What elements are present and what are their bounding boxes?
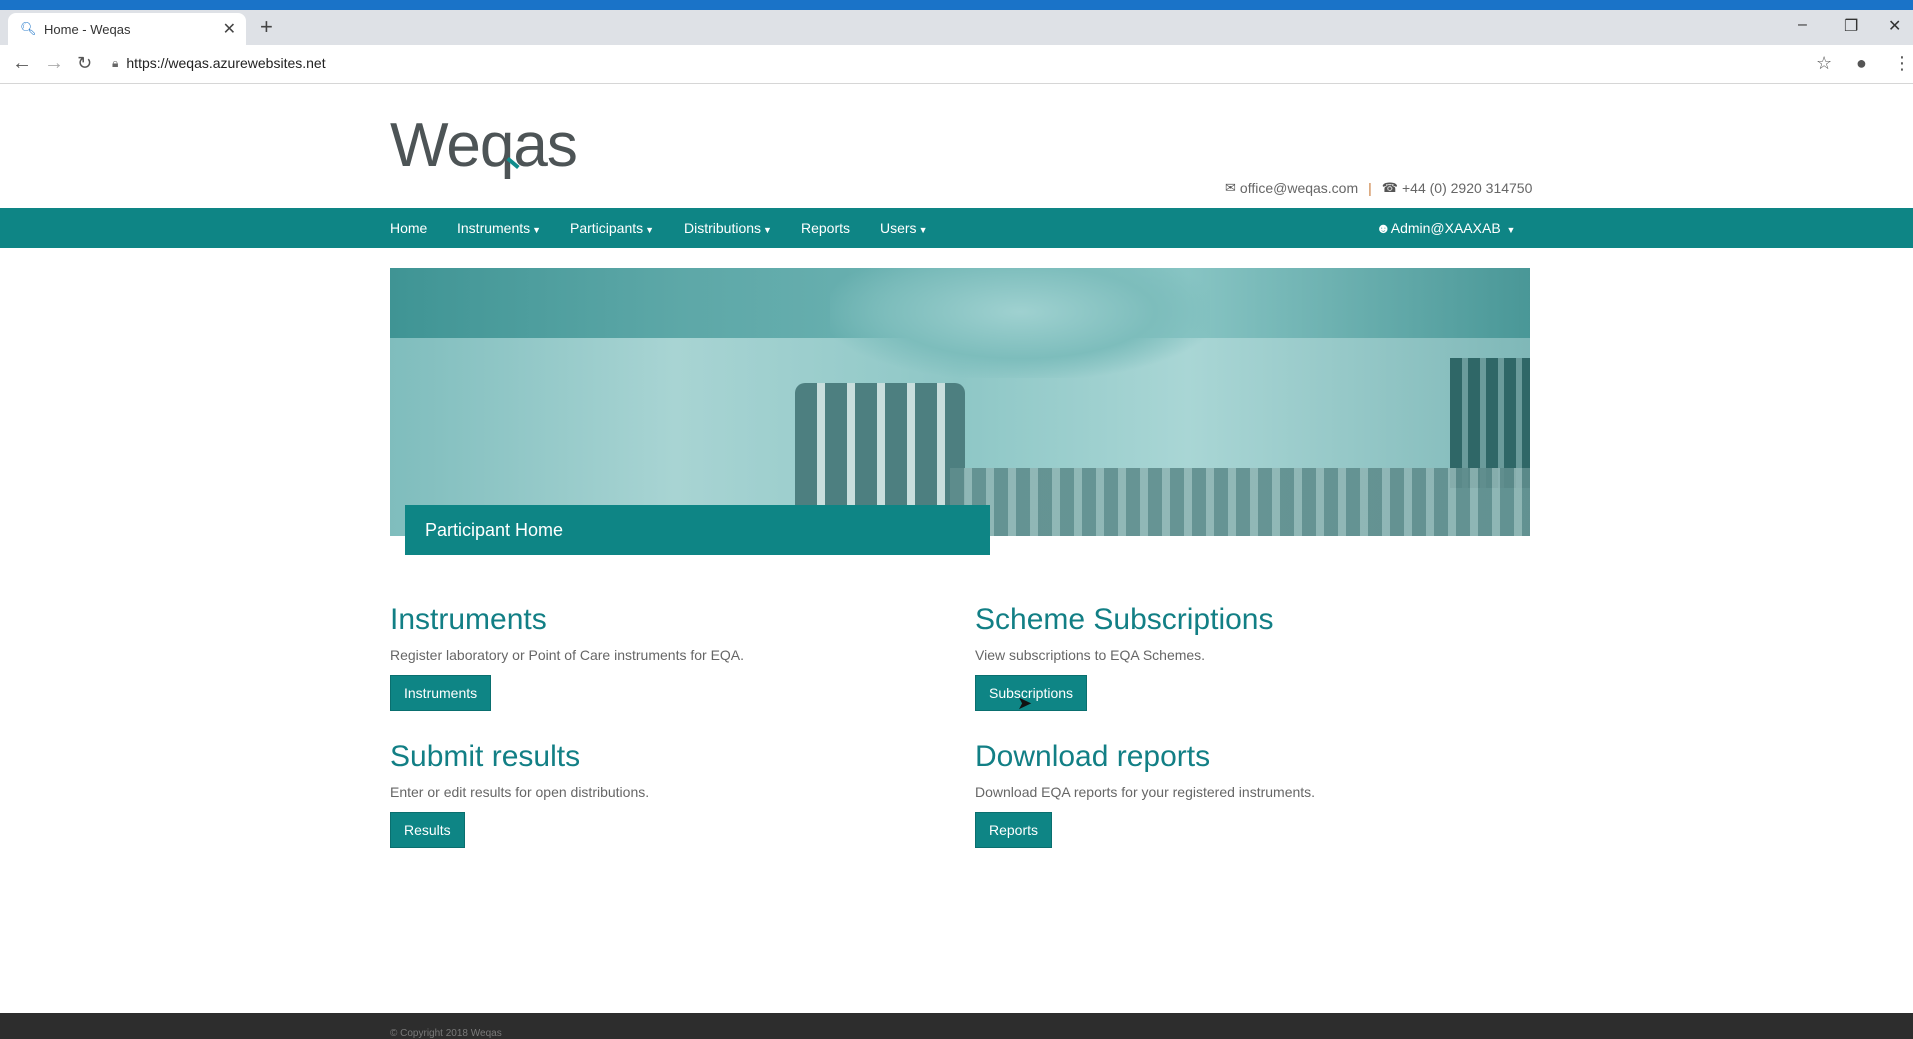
main-navbar: Home Instruments ▼ Participants ▼ Distribu…	[0, 208, 1913, 248]
nav-user-menu[interactable]: ☻Admin@XAAXAB ▼	[1376, 208, 1515, 248]
nav-label: Distributions	[684, 220, 762, 236]
bookmark-star-icon[interactable]: ☆	[1816, 53, 1832, 74]
nav-users[interactable]: Users ▼	[880, 208, 927, 248]
forward-arrow-icon[interactable]: →	[44, 52, 64, 75]
browser-top-strip	[0, 0, 1913, 10]
section-description: Register laboratory or Point of Care ins…	[390, 647, 745, 663]
instruments-button[interactable]: Instruments	[390, 675, 492, 711]
window-close-button[interactable]: ✕	[1888, 16, 1901, 36]
logo-part: q	[479, 111, 514, 180]
section-title: Scheme Subscriptions	[975, 603, 1274, 636]
logo-part: as	[513, 111, 577, 180]
back-arrow-icon[interactable]: ←	[12, 52, 32, 75]
caret-down-icon: ▼	[763, 225, 772, 235]
caret-down-icon: ▼	[645, 225, 655, 235]
nav-participants[interactable]: Participants ▼	[570, 208, 654, 248]
reports-button[interactable]: Reports	[975, 812, 1053, 848]
search-favicon-icon: 🔍︎	[20, 21, 37, 36]
hero-image	[390, 268, 1530, 536]
footer: © Copyright 2018 Weqas	[0, 1013, 1913, 1039]
restore-button[interactable]: ❐	[1844, 16, 1858, 36]
separator: |	[1368, 180, 1372, 196]
account-icon[interactable]: ●	[1856, 53, 1867, 74]
nav-distributions[interactable]: Distributions ▼	[684, 208, 772, 248]
hero-tray	[950, 468, 1530, 536]
section-title: Submit results	[390, 740, 581, 773]
user-icon: ☻	[1376, 220, 1391, 236]
nav-label: Participants	[570, 220, 644, 236]
nav-reports[interactable]: Reports	[801, 208, 850, 248]
section-description: View subscriptions to EQA Schemes.	[975, 647, 1206, 663]
tab-bar: 🔍︎ Home - Weqas ✕ + – ❐ ✕	[0, 10, 1913, 45]
nav-label: Users	[880, 220, 917, 236]
nav-home[interactable]: Home	[390, 208, 427, 248]
copyright-text: © Copyright 2018 Weqas	[390, 1028, 502, 1039]
section-description: Enter or edit results for open distribut…	[390, 784, 650, 800]
results-section: Submit results Enter or edit results for…	[390, 740, 950, 848]
minimize-button[interactable]: –	[1798, 16, 1807, 34]
caret-down-icon: ▼	[532, 225, 542, 235]
mouse-cursor-icon: ➤	[1017, 693, 1033, 713]
section-description: Download EQA reports for your registered…	[975, 784, 1316, 800]
section-title: Download reports	[975, 740, 1211, 773]
user-name: Admin@XAAXAB	[1390, 220, 1501, 236]
instruments-section: Instruments Register laboratory or Point…	[390, 603, 950, 711]
new-tab-button[interactable]: +	[260, 14, 273, 40]
nav-label: Reports	[801, 220, 851, 236]
tab-title: Home - Weqas	[44, 21, 131, 37]
hero-caption: Participant Home	[405, 505, 990, 555]
contact-info: ✉ office@weqas.com | ☎ +44 (0) 2920 3147…	[1225, 180, 1532, 196]
hero-hand	[830, 268, 1210, 378]
lock-icon: 🔒︎	[112, 55, 119, 70]
phone-number: +44 (0) 2920 314750	[1401, 180, 1533, 196]
tab-close-icon[interactable]: ✕	[223, 19, 236, 39]
results-button[interactable]: Results	[390, 812, 465, 848]
url-text: https://weqas.azurewebsites.net	[126, 55, 326, 71]
menu-dots-icon[interactable]: ⋮	[1893, 53, 1911, 74]
section-title: Instruments	[390, 603, 547, 636]
subscriptions-section: Scheme Subscriptions View subscriptions …	[975, 603, 1535, 711]
reload-icon[interactable]: ↻	[77, 53, 92, 74]
caret-down-icon: ▼	[918, 225, 928, 235]
address-bar-row: ← → ↻ 🔒︎ https://weqas.azurewebsites.net…	[0, 45, 1913, 84]
nav-label: Home	[390, 220, 428, 236]
reports-section: Download reports Download EQA reports fo…	[975, 740, 1535, 848]
weqas-logo[interactable]: Weqas	[390, 110, 578, 181]
logo-part: We	[390, 111, 481, 180]
phone-icon: ☎	[1381, 180, 1398, 195]
url-input[interactable]: 🔒︎ https://weqas.azurewebsites.net	[112, 49, 1812, 77]
caret-down-icon: ▼	[1506, 225, 1516, 235]
nav-label: Instruments	[457, 220, 531, 236]
email-link[interactable]: office@weqas.com	[1240, 180, 1358, 196]
envelope-icon: ✉	[1225, 180, 1236, 195]
nav-instruments[interactable]: Instruments ▼	[457, 208, 541, 248]
browser-tab[interactable]: 🔍︎ Home - Weqas ✕	[8, 13, 246, 45]
